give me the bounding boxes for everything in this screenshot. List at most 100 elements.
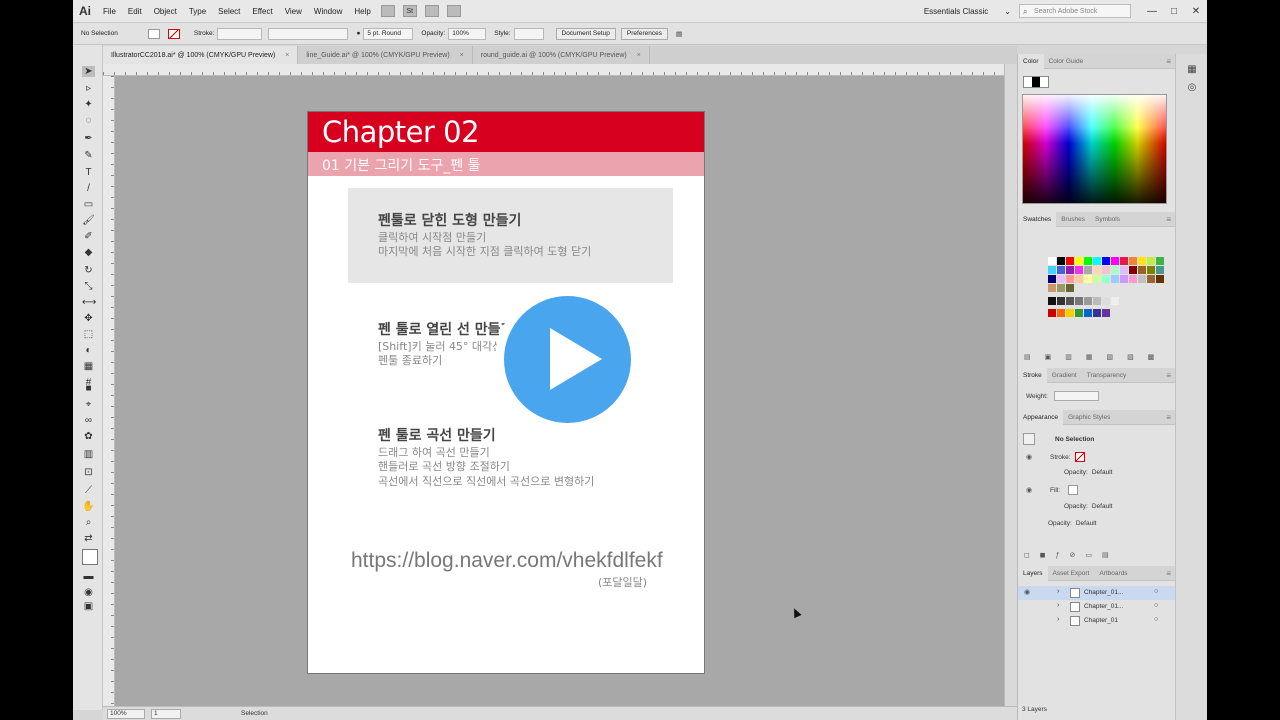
color-swatch[interactable] xyxy=(1048,257,1056,265)
appearance-opacity-row[interactable]: Opacity: Default xyxy=(1064,469,1112,476)
color-swatch[interactable] xyxy=(1066,266,1074,274)
panel-menu-icon[interactable]: ≡ xyxy=(1166,57,1171,66)
gpu-performance-icon[interactable] xyxy=(446,5,461,17)
eye-icon[interactable]: ◉ xyxy=(1026,453,1036,461)
menu-edit[interactable]: Edit xyxy=(122,7,148,16)
close-icon[interactable]: × xyxy=(637,52,641,59)
menu-window[interactable]: Window xyxy=(308,7,348,16)
document-setup-button[interactable]: Document Setup xyxy=(555,27,616,40)
slice-tool-icon[interactable]: ⟋ xyxy=(82,485,95,496)
paintbrush-tool-icon[interactable]: 🖌 xyxy=(82,215,95,226)
zoom-field[interactable]: 100% xyxy=(107,708,145,719)
color-swatch[interactable] xyxy=(1102,257,1110,265)
color-swatch[interactable] xyxy=(1048,275,1056,283)
maximize-button[interactable]: □ xyxy=(1163,6,1185,17)
color-swatch[interactable] xyxy=(1093,297,1101,305)
panel-menu-icon[interactable]: ≡ xyxy=(1166,569,1171,578)
color-swatch[interactable] xyxy=(1048,266,1056,274)
color-swatch[interactable] xyxy=(1102,266,1110,274)
properties-icon[interactable]: ▦ xyxy=(1185,64,1199,76)
color-swatch[interactable] xyxy=(1057,297,1065,305)
color-swatch[interactable] xyxy=(1057,257,1065,265)
appearance-opacity-row[interactable]: Opacity: Default xyxy=(1048,520,1096,527)
color-swatch[interactable] xyxy=(1057,275,1065,283)
color-swatch[interactable] xyxy=(1102,275,1110,283)
color-swatch[interactable] xyxy=(1111,257,1119,265)
hand-tool-icon[interactable]: ✋ xyxy=(82,501,95,512)
color-swatch[interactable] xyxy=(1147,257,1155,265)
fill-stroke-swatch[interactable] xyxy=(1023,76,1049,88)
fill-swatch[interactable] xyxy=(1068,485,1079,495)
color-swatch[interactable] xyxy=(1048,284,1056,292)
tab-artboards[interactable]: Artboards xyxy=(1094,570,1132,577)
blend-tool-icon[interactable]: ∞ xyxy=(82,415,95,426)
direct-selection-tool-icon[interactable]: ▹ xyxy=(82,83,95,94)
vertical-scrollbar[interactable] xyxy=(1004,64,1017,706)
color-swatch[interactable] xyxy=(1093,275,1101,283)
color-swatch[interactable] xyxy=(1048,309,1056,317)
tab-symbols[interactable]: Symbols xyxy=(1090,216,1125,223)
eye-icon[interactable]: ◉ xyxy=(1026,486,1036,494)
free-transform-tool-icon[interactable]: ⬚ xyxy=(82,329,95,340)
color-swatch[interactable] xyxy=(1075,266,1083,274)
eyedropper-tool-icon[interactable]: ⌖ xyxy=(82,399,95,410)
stroke-weight-field[interactable] xyxy=(217,27,263,40)
color-swatch[interactable] xyxy=(1084,266,1092,274)
arrange-icon[interactable]: ▤ xyxy=(676,30,682,38)
color-swatch[interactable] xyxy=(1066,275,1074,283)
color-swatch[interactable] xyxy=(1111,266,1119,274)
horizontal-ruler[interactable] xyxy=(103,64,1017,76)
appearance-stroke-row[interactable]: ◉ Stroke: xyxy=(1026,452,1085,462)
width-tool-icon[interactable]: ⟷ xyxy=(82,297,96,308)
color-swatch[interactable] xyxy=(1147,266,1155,274)
fill-swatch[interactable] xyxy=(147,28,160,39)
chevron-down-icon[interactable]: ⌄ xyxy=(996,7,1019,16)
color-swatch[interactable] xyxy=(1111,275,1119,283)
magic-wand-tool-icon[interactable]: ✦ xyxy=(82,99,95,110)
color-swatch[interactable] xyxy=(1057,284,1065,292)
symbol-sprayer-tool-icon[interactable]: ✿ xyxy=(82,431,95,442)
eraser-tool-icon[interactable]: ◆ xyxy=(82,247,95,258)
close-icon[interactable]: × xyxy=(285,52,289,59)
minimize-button[interactable]: — xyxy=(1141,6,1163,17)
color-swatch[interactable] xyxy=(1066,284,1074,292)
tab-graphic-styles[interactable]: Graphic Styles xyxy=(1063,414,1115,421)
color-swatch[interactable] xyxy=(1111,297,1119,305)
curvature-tool-icon[interactable]: ✎ xyxy=(82,150,95,161)
color-swatch[interactable] xyxy=(1057,266,1065,274)
chevron-right-icon[interactable]: › xyxy=(1057,588,1059,595)
tab-color[interactable]: Color xyxy=(1018,53,1044,69)
type-tool-icon[interactable]: T xyxy=(82,167,95,178)
rectangle-tool-icon[interactable]: ▭ xyxy=(82,199,95,210)
stock-icon[interactable]: St xyxy=(402,5,417,17)
color-swatch[interactable] xyxy=(1075,297,1083,305)
layer-name[interactable]: Chapter_01... xyxy=(1084,589,1123,596)
color-swatch[interactable] xyxy=(1066,309,1074,317)
menu-object[interactable]: Object xyxy=(148,7,183,16)
panel-menu-icon[interactable]: ≡ xyxy=(1166,371,1171,380)
color-swatch[interactable] xyxy=(1156,257,1164,265)
brush-definition[interactable]: 5 pt. Round xyxy=(363,27,414,40)
stroke-swatch[interactable] xyxy=(1074,452,1085,462)
color-swatch[interactable] xyxy=(1156,266,1164,274)
target-icon[interactable]: ○ xyxy=(1154,602,1158,609)
tab-asset-export[interactable]: Asset Export xyxy=(1048,570,1095,577)
stroke-swatch[interactable] xyxy=(167,28,180,39)
color-swatch[interactable] xyxy=(1156,275,1164,283)
color-swatch[interactable] xyxy=(1084,309,1092,317)
appearance-opacity-row[interactable]: Opacity: Default xyxy=(1064,503,1112,510)
color-swatch[interactable] xyxy=(1120,275,1128,283)
weight-field[interactable] xyxy=(1053,391,1099,401)
color-swatch[interactable] xyxy=(1093,266,1101,274)
style-picker[interactable] xyxy=(513,27,544,40)
zoom-tool-icon[interactable]: ⌕ xyxy=(82,517,95,528)
menu-select[interactable]: Select xyxy=(212,7,246,16)
color-swatch[interactable] xyxy=(1066,297,1074,305)
color-swatch[interactable] xyxy=(1102,297,1110,305)
color-swatch[interactable] xyxy=(1066,257,1074,265)
menu-file[interactable]: File xyxy=(97,7,122,16)
layer-row[interactable]: › Chapter_01... ○ xyxy=(1018,600,1176,614)
color-swatch[interactable] xyxy=(1138,275,1146,283)
selection-tool-icon[interactable]: ➤ xyxy=(82,66,95,77)
tab-line-guide[interactable]: line_Guide.ai* @ 100% (CMYK/GPU Preview)… xyxy=(298,46,473,64)
